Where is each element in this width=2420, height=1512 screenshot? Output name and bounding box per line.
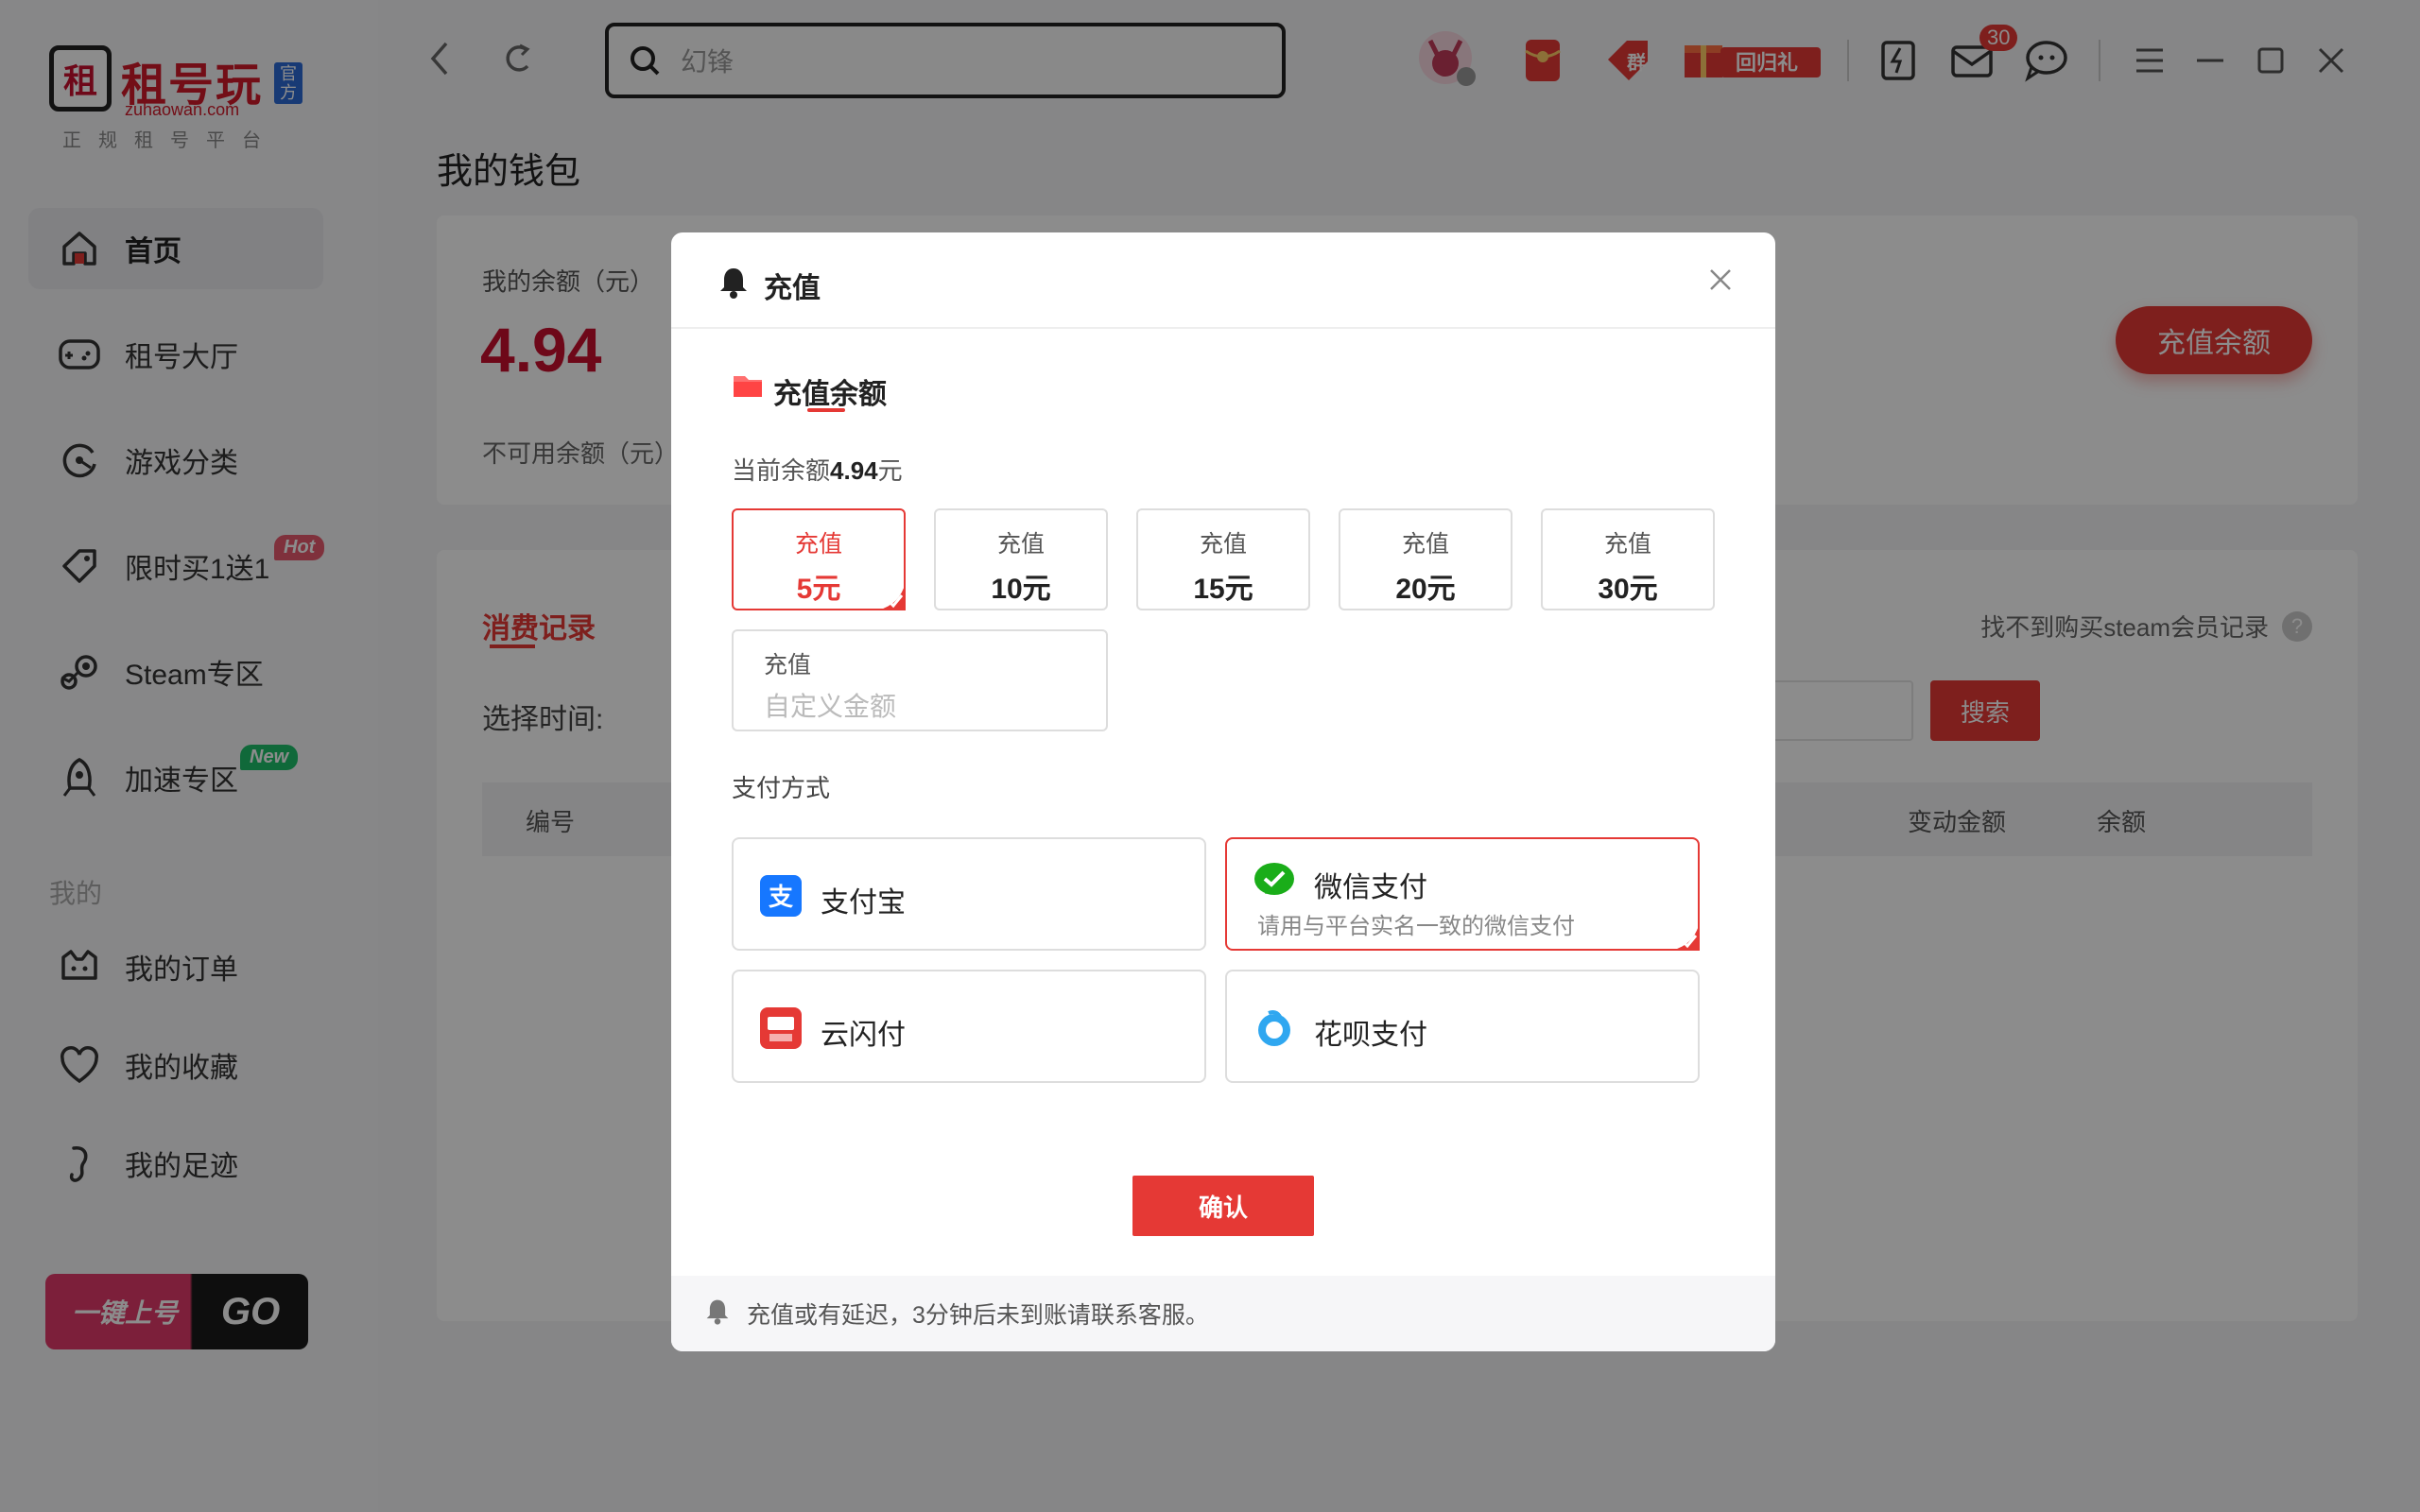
alipay-icon: 支 (760, 875, 802, 917)
amount-label: 充值 (996, 531, 1045, 558)
footer-note: 充值或有延迟，3分钟后未到账请联系客服。 (747, 1302, 1209, 1329)
bell-icon (718, 265, 749, 303)
modal-header: 充值 (671, 232, 1775, 329)
close-icon[interactable] (1703, 263, 1737, 297)
payment-wechat[interactable]: 微信支付 请用与平台实名一致的微信支付 (1225, 837, 1700, 951)
amount-value: 20元 (1395, 574, 1456, 605)
payment-name: 支付宝 (821, 887, 906, 919)
amount-label: 充值 (1199, 531, 1247, 558)
amount-value: 15元 (1193, 574, 1253, 605)
payment-huabei[interactable]: 花呗支付 (1225, 970, 1700, 1083)
amount-option-30[interactable]: 充值 30元 (1541, 508, 1715, 610)
amount-option-10[interactable]: 充值 10元 (934, 508, 1108, 610)
huabei-icon (1253, 1007, 1295, 1049)
svg-text:支: 支 (769, 884, 793, 912)
selected-check-icon (877, 582, 906, 610)
recharge-modal: 充值 充值余额 当前余额4.94元 充值 5元 充值 10元 充值 15元 充值… (671, 232, 1775, 1351)
payment-alipay[interactable]: 支 支付宝 (732, 837, 1206, 951)
amount-value: 10元 (991, 574, 1051, 605)
section-title: 充值余额 (773, 379, 887, 410)
wechat-pay-icon (1253, 860, 1295, 902)
amount-option-15[interactable]: 充值 15元 (1136, 508, 1310, 610)
bell-icon (705, 1297, 730, 1330)
current-balance-value: 4.94 (830, 456, 878, 485)
custom-amount-label: 充值 (764, 652, 812, 679)
payment-name: 花呗支付 (1314, 1020, 1427, 1051)
modal-title: 充值 (764, 273, 821, 304)
amount-label: 充值 (794, 531, 842, 558)
payment-name: 微信支付 (1314, 872, 1427, 903)
section-underline (807, 408, 845, 412)
amount-label: 充值 (1603, 531, 1651, 558)
amount-option-20[interactable]: 充值 20元 (1339, 508, 1512, 610)
current-balance: 当前余额4.94元 (732, 452, 903, 487)
payment-desc: 请用与平台实名一致的微信支付 (1257, 914, 1575, 939)
payment-name: 云闪付 (821, 1020, 906, 1051)
current-balance-prefix: 当前余额 (732, 456, 831, 485)
confirm-button[interactable]: 确认 (1132, 1176, 1314, 1236)
modal-footer: 充值或有延迟，3分钟后未到账请联系客服。 (671, 1276, 1775, 1351)
payment-method-title: 支付方式 (732, 774, 831, 802)
custom-amount-field[interactable]: 充值 自定义金额 (732, 629, 1108, 731)
selected-check-icon (1671, 922, 1700, 951)
amount-option-5[interactable]: 充值 5元 (732, 508, 906, 610)
current-balance-suffix: 元 (877, 456, 903, 485)
unionpay-icon (760, 1007, 802, 1049)
custom-amount-input[interactable]: 自定义金额 (764, 686, 896, 724)
payment-unionpay[interactable]: 云闪付 (732, 970, 1206, 1083)
amount-label: 充值 (1401, 531, 1449, 558)
amount-value: 30元 (1598, 574, 1658, 605)
folder-icon (732, 370, 764, 405)
